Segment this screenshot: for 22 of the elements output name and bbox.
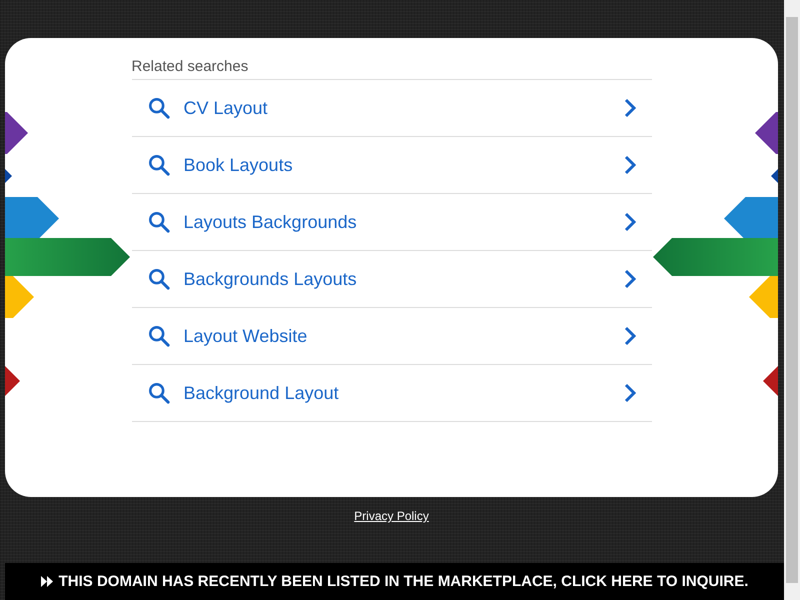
search-icon (148, 268, 170, 290)
chevron-right-icon (624, 98, 636, 118)
chevron-right-icon (624, 383, 636, 403)
search-icon (148, 211, 170, 233)
search-icon (148, 325, 170, 347)
chevron-right-icon (624, 269, 636, 289)
chevron-right-icon (624, 212, 636, 232)
search-result-link[interactable]: Backgrounds Layouts (132, 251, 652, 307)
search-icon (148, 97, 170, 119)
fast-forward-icon (40, 576, 53, 587)
search-result-link[interactable]: Layout Website (132, 308, 652, 364)
search-result-link[interactable]: Book Layouts (132, 137, 652, 193)
chevron-right-icon (624, 326, 636, 346)
search-result-link[interactable]: Background Layout (132, 365, 652, 421)
scrollbar[interactable] (784, 0, 800, 600)
section-heading: Related searches (132, 58, 652, 80)
search-icon (148, 382, 170, 404)
chevron-right-icon (624, 155, 636, 175)
search-result-link[interactable]: Layouts Backgrounds (132, 194, 652, 250)
privacy-policy-link[interactable]: Privacy Policy (354, 509, 429, 523)
search-result-link[interactable]: CV Layout (132, 80, 652, 136)
search-icon (148, 154, 170, 176)
